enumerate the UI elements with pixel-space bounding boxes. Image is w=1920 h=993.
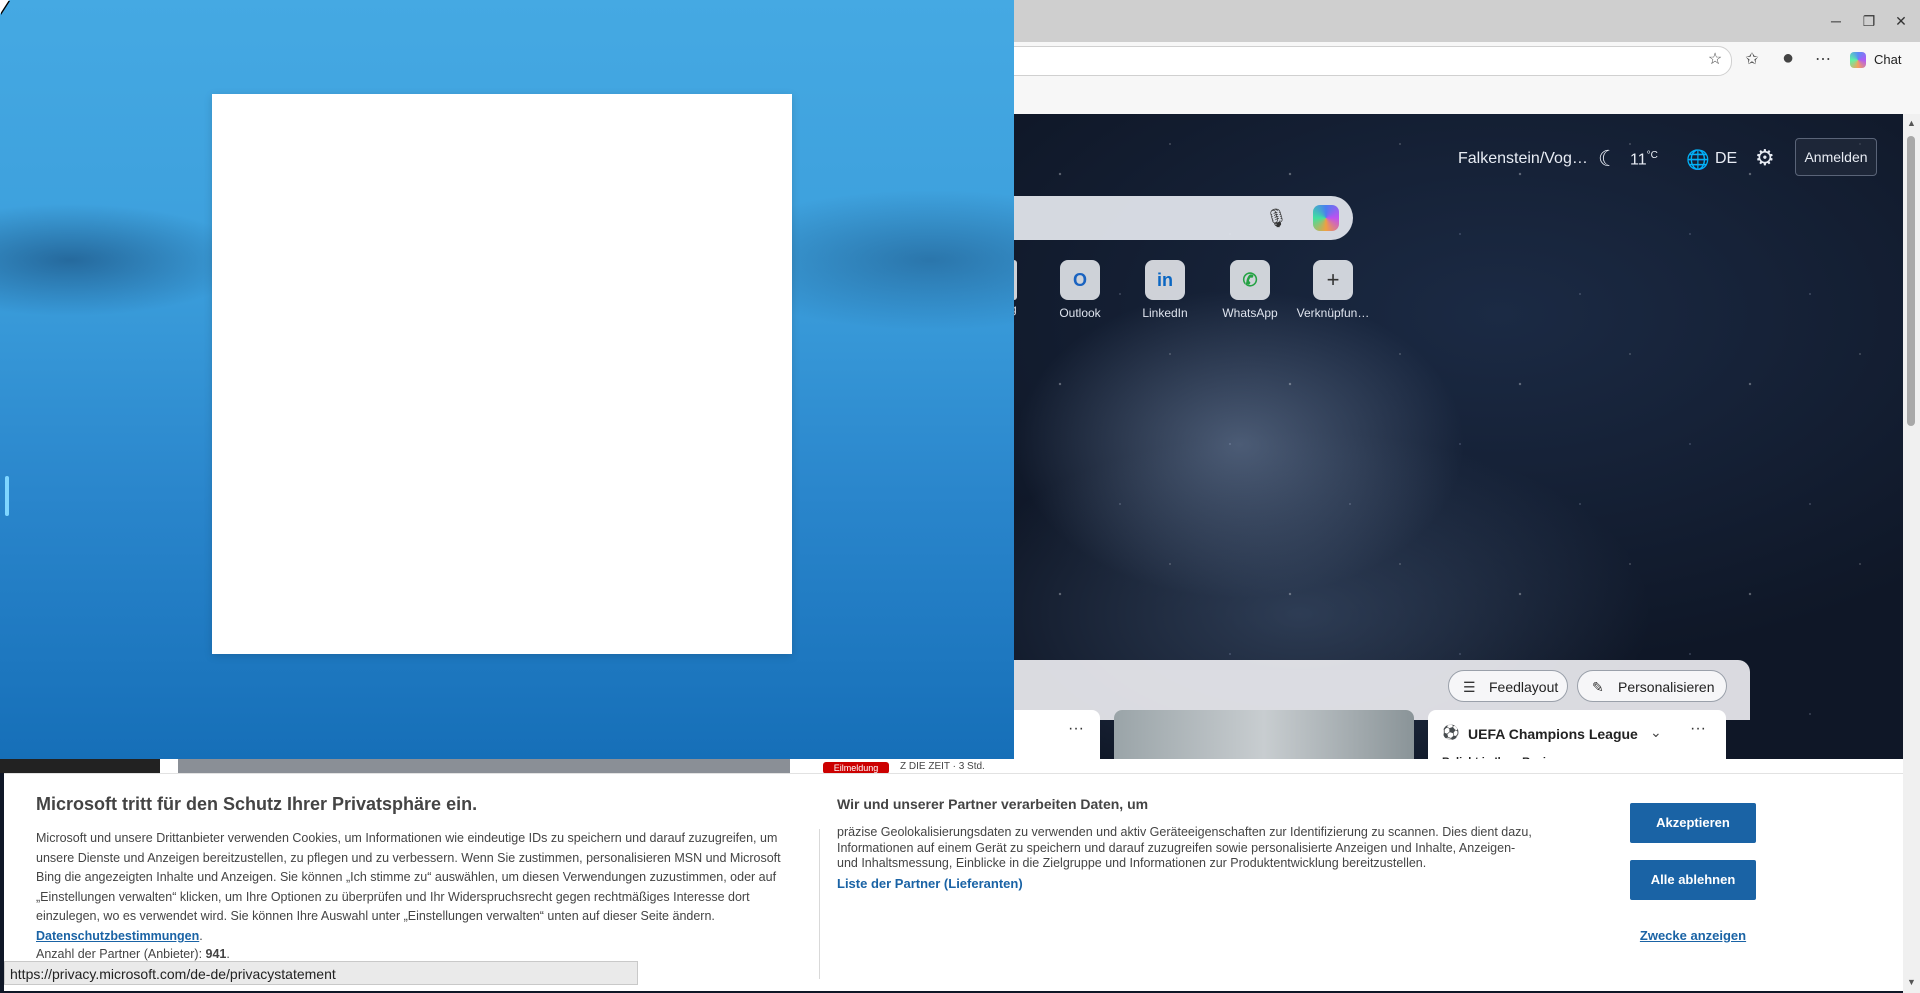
scrollbar-thumb[interactable] (1907, 136, 1915, 426)
news-source: Z DIE ZEIT · 3 Std. (900, 761, 985, 772)
privacy-link[interactable]: Datenschutzbestimmungen (36, 929, 199, 943)
maximize-button[interactable]: ❐ (1858, 10, 1880, 32)
news-thumbnail[interactable] (178, 759, 790, 773)
vendor-list-link[interactable]: Liste der Partner (Lieferanten) (837, 876, 1023, 891)
news-thumbnail[interactable] (0, 759, 160, 773)
consent-body: Microsoft und unsere Drittanbieter verwe… (36, 831, 781, 943)
quicklink-linkedin[interactable]: in LinkedIn (1120, 260, 1210, 330)
cookie-consent-banner: Microsoft tritt für den Schutz Ihrer Pri… (4, 773, 1903, 991)
whatsapp-icon: ✆ (1230, 260, 1270, 300)
card-title: UEFA Champions League (1468, 726, 1638, 742)
temperature[interactable]: 11°C (1630, 150, 1658, 169)
more-icon[interactable]: ⋯ (1813, 50, 1833, 70)
copilot-icon[interactable] (1313, 205, 1339, 231)
blank-dialog[interactable] (212, 94, 792, 654)
quicklink-whatsapp[interactable]: ✆ WhatsApp (1205, 260, 1295, 330)
search-box[interactable]: 🎙 (980, 196, 1353, 240)
status-bar-url: https://privacy.microsoft.com/de-de/priv… (4, 961, 638, 985)
pencil-icon: ✎ (1592, 679, 1604, 695)
feedlayout-button[interactable]: ☰ Feedlayout (1448, 670, 1568, 702)
consent-title: Microsoft tritt für den Schutz Ihrer Pri… (36, 794, 478, 814)
close-button[interactable]: ✕ (1890, 10, 1912, 32)
microphone-icon[interactable]: 🎙 (1265, 208, 1288, 228)
moon-icon: ☾ (1598, 146, 1618, 171)
copilot-icon (1850, 52, 1866, 68)
weather-location[interactable]: Falkenstein/Vog… (1458, 150, 1588, 168)
chevron-down-icon[interactable]: ⌄ (1650, 724, 1662, 741)
chat-label: Chat (1874, 52, 1902, 67)
more-icon[interactable]: ··· (1068, 720, 1084, 738)
scroll-down-icon[interactable]: ▼ (1907, 977, 1916, 987)
partial-quicklink-tile[interactable] (1014, 260, 1017, 300)
processing-body: präzise Geolokalisierungsdaten zu verwen… (837, 825, 1532, 871)
overlay-window (0, 0, 1014, 759)
sliders-icon: ☰ (1463, 679, 1476, 695)
mouse-cursor (0, 0, 9, 14)
quicklink-add[interactable]: + Verknüpfun… (1288, 260, 1378, 330)
gear-icon[interactable]: ⚙ (1755, 145, 1775, 171)
scroll-up-icon[interactable]: ▲ (1907, 118, 1916, 128)
divider (819, 829, 820, 979)
chat-button[interactable]: Chat (1842, 47, 1916, 73)
profile-icon[interactable]: ● (1778, 48, 1798, 68)
plus-icon: + (1313, 260, 1353, 300)
signin-button[interactable]: Anmelden (1795, 138, 1877, 176)
language-selector[interactable]: DE (1715, 150, 1737, 168)
quicklink-outlook[interactable]: O Outlook (1035, 260, 1125, 330)
overlay-indicator (5, 476, 9, 516)
reject-all-button[interactable]: Alle ablehnen (1630, 860, 1756, 900)
accept-button[interactable]: Akzeptieren (1630, 803, 1756, 843)
partner-count: Anzahl der Partner (Anbieter): 941. (36, 947, 230, 961)
outlook-icon: O (1060, 260, 1100, 300)
page-scrollbar[interactable]: ▲ ▼ (1903, 114, 1920, 993)
personalize-button[interactable]: ✎ Personalisieren (1577, 670, 1727, 702)
linkedin-icon: in (1145, 260, 1185, 300)
more-icon[interactable]: ··· (1690, 720, 1706, 738)
processing-title: Wir und unserer Partner verarbeiten Date… (837, 796, 1149, 812)
show-purposes-link[interactable]: Zwecke anzeigen (1630, 928, 1756, 948)
star-icon[interactable]: ☆ (1705, 50, 1725, 70)
minimize-button[interactable]: ─ (1825, 10, 1847, 32)
favorites-list-icon[interactable]: ✩ (1742, 50, 1762, 70)
globe-icon[interactable]: 🌐 (1686, 148, 1710, 172)
trophy-icon: ⚽ (1442, 724, 1460, 740)
